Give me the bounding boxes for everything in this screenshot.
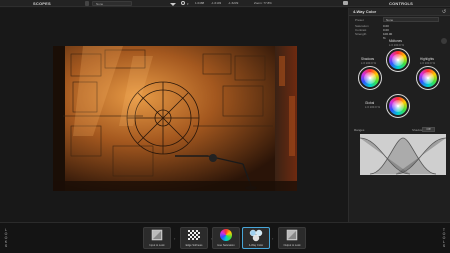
- four-way-color-icon: [249, 229, 263, 242]
- coordinate-readout: 1.0488 -1.6103 -1.6239: [195, 1, 244, 5]
- shadows-sub: L:0 100.0 %: [361, 61, 376, 65]
- preview-image-art: [53, 46, 297, 191]
- preset-select[interactable]: None: [383, 17, 439, 22]
- zoom-readout: Zoom: 77.8%: [254, 1, 272, 5]
- output-icon: [286, 229, 298, 241]
- tools-tab[interactable]: T O O L S: [441, 228, 447, 248]
- user-select[interactable]: None: [92, 1, 132, 6]
- camera-icon[interactable]: [343, 1, 348, 5]
- reset-icon[interactable]: ↺: [442, 9, 446, 15]
- panel-title: 4-Way Color: [353, 9, 377, 14]
- shadows-handle[interactable]: [369, 77, 371, 79]
- node-input[interactable]: Input to Look: [143, 227, 171, 253]
- ranges-label: Ranges: [354, 128, 365, 132]
- user-select-value: None: [96, 2, 104, 6]
- tools-tab-letter: S: [442, 244, 446, 248]
- ranges-curves: [359, 137, 447, 175]
- highlights-sub: L:0 100.0 %: [420, 61, 435, 65]
- node-output[interactable]: Output to Look: [278, 227, 306, 253]
- preset-row: Preset: [355, 18, 364, 22]
- gear-icon[interactable]: [181, 1, 185, 5]
- node-output-label: Output to Look: [283, 244, 301, 247]
- ranges-graph[interactable]: [359, 134, 447, 175]
- collapse-toggle-icon[interactable]: [170, 3, 176, 6]
- options-icon[interactable]: [441, 38, 447, 44]
- highlights-handle[interactable]: [427, 77, 429, 79]
- input-icon: [151, 229, 163, 241]
- image-viewer[interactable]: [0, 8, 348, 222]
- node-4way-color-label: 4-Way Color: [248, 244, 264, 247]
- controls-title: CONTROLS: [389, 1, 414, 6]
- preset-label: Preset: [355, 18, 364, 22]
- ranges-off-button[interactable]: Off: [422, 127, 435, 132]
- midtones-sub: L:0 100.0 %: [389, 43, 404, 47]
- node-hue-saturation[interactable]: Hue Saturation: [212, 227, 240, 253]
- chevron-down-icon[interactable]: ▾: [187, 2, 189, 6]
- hue-wheel-icon: [220, 229, 232, 241]
- strength-label: Strength: [355, 32, 367, 36]
- scopes-title: SCOPES: [33, 1, 51, 6]
- node-edge-softness-label: Edge Softness: [185, 244, 203, 247]
- preview-image: [53, 46, 297, 191]
- strength-row[interactable]: Strength 100.00 %: [355, 32, 392, 40]
- controls-panel: 4-Way Color ↺ Preset None Saturation 0.0…: [348, 8, 450, 222]
- node-4way-color[interactable]: 4-Way Color: [242, 227, 270, 253]
- node-edge-softness[interactable]: Edge Softness: [180, 227, 208, 253]
- panel-header: 4-Way Color ↺: [349, 8, 450, 16]
- bottom-bar: L O O K S T O O L S Input to Look › Edge…: [0, 222, 450, 253]
- midtones-handle[interactable]: [397, 59, 399, 61]
- looks-tab[interactable]: L O O K S: [3, 228, 9, 248]
- node-input-label: Input to Look: [149, 244, 165, 247]
- looks-tab-letter: S: [4, 244, 8, 248]
- arrow-icon: ›: [174, 236, 176, 241]
- coord-y: -1.6103: [211, 1, 222, 5]
- user-icon[interactable]: [85, 1, 89, 6]
- global-handle[interactable]: [397, 105, 399, 107]
- preset-value: None: [386, 18, 394, 22]
- node-hue-saturation-label: Hue Saturation: [217, 244, 235, 247]
- top-bar: SCOPES None ▾ 1.0488 -1.6103 -1.6239 Zoo…: [0, 0, 450, 7]
- coord-z: -1.6239: [228, 1, 239, 5]
- arrow-icon: ›: [272, 236, 274, 241]
- global-sub: L:0 100.0 %: [365, 105, 380, 109]
- checkerboard-icon: [188, 230, 200, 240]
- coord-x: 1.0488: [195, 1, 205, 5]
